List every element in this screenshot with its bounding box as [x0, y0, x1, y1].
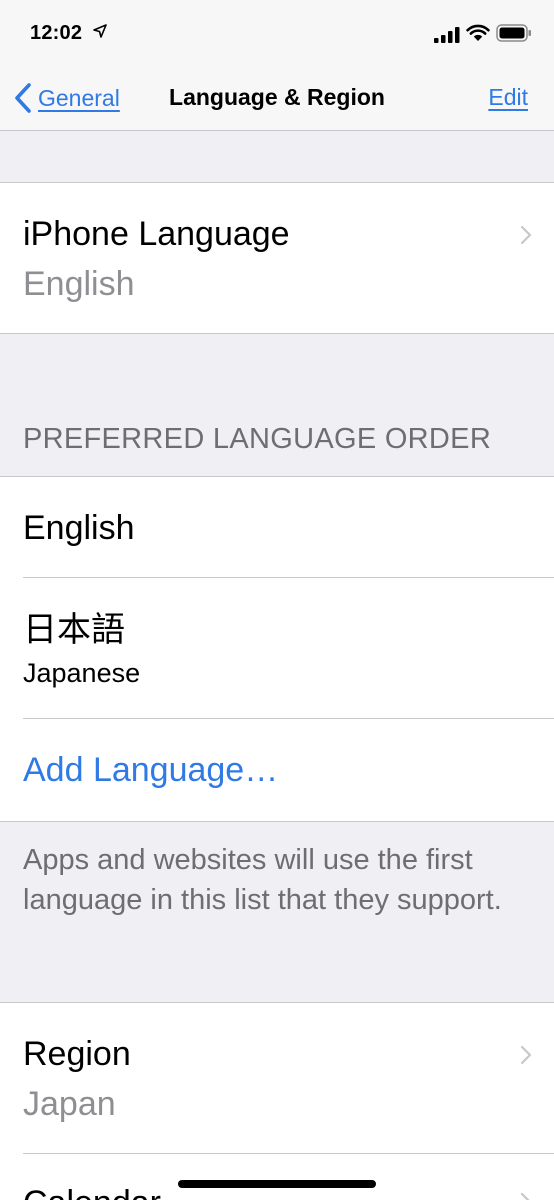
add-language-button[interactable]: Add Language…	[23, 751, 278, 790]
language-item-japanese[interactable]: 日本語 Japanese	[0, 578, 554, 718]
preferred-languages-group: English 日本語 Japanese Add Language…	[0, 476, 554, 822]
status-time: 12:02	[30, 22, 83, 44]
calendar-title: Calendar	[23, 1184, 161, 1200]
battery-icon	[496, 24, 531, 42]
iphone-language-cell[interactable]: iPhone Language English	[0, 182, 554, 334]
region-value: Japan	[23, 1085, 116, 1123]
location-icon	[93, 24, 107, 38]
back-button-label: General	[38, 84, 120, 111]
language-name: English	[23, 509, 135, 547]
language-english-name: Japanese	[23, 658, 141, 688]
edit-button[interactable]: Edit	[488, 84, 528, 111]
navigation-bar: General Language & Region Edit	[0, 64, 554, 131]
section-header-preferred-languages: PREFERRED LANGUAGE ORDER	[23, 423, 492, 455]
chevron-right-icon	[520, 1192, 530, 1200]
wifi-icon	[466, 24, 490, 41]
calendar-cell[interactable]: Calendar	[0, 1154, 554, 1200]
chevron-right-icon	[520, 225, 532, 245]
region-cell[interactable]: Region Japan	[0, 1003, 554, 1153]
region-group: Region Japan Calendar	[0, 1002, 554, 1200]
iphone-language-value: English	[23, 265, 135, 303]
language-item-english[interactable]: English	[0, 477, 554, 577]
language-region-screen: 12:02 General Language & Region Edit iPh…	[0, 0, 554, 1200]
language-name: 日本語	[23, 611, 125, 649]
iphone-language-title: iPhone Language	[23, 215, 290, 253]
separator	[23, 718, 554, 719]
chevron-left-icon	[15, 83, 31, 113]
back-button[interactable]: General	[12, 80, 120, 116]
signal-icon	[434, 27, 460, 43]
status-bar: 12:02	[0, 0, 554, 64]
chevron-right-icon	[520, 1045, 532, 1065]
preferred-languages-footer: Apps and websites will use the first lan…	[23, 844, 502, 916]
home-indicator[interactable]	[178, 1180, 376, 1188]
region-title: Region	[23, 1035, 131, 1073]
